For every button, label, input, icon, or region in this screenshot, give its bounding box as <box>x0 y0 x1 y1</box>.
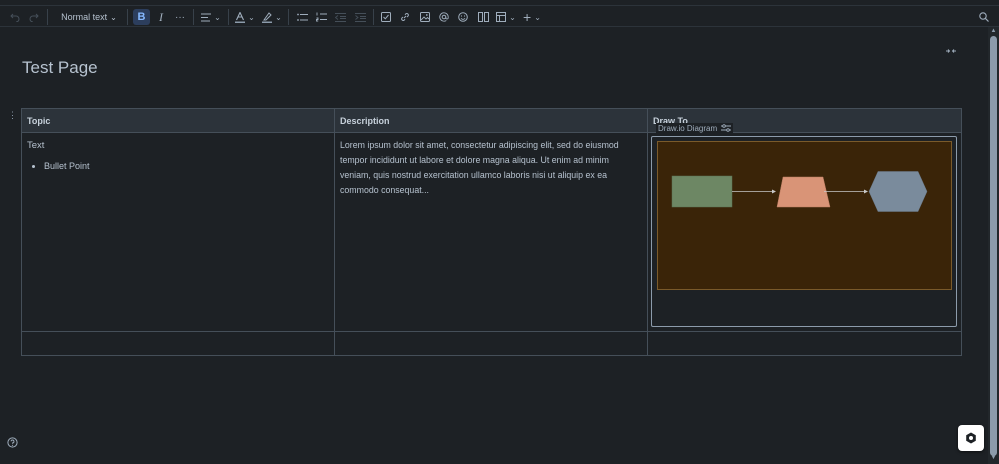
numbered-list-icon[interactable] <box>315 9 327 25</box>
task-icon[interactable] <box>380 9 392 25</box>
diagram-svg <box>671 171 928 212</box>
table-icon[interactable]: ⌄ <box>495 9 517 25</box>
table-header-row: Topic Description Draw To <box>21 108 962 133</box>
chevron-down-icon: ⌄ <box>534 12 541 22</box>
diagram-rectangle[interactable] <box>671 175 733 208</box>
arrowhead-icon <box>864 189 868 194</box>
header-topic[interactable]: Topic <box>21 108 335 133</box>
arrowhead-icon <box>772 189 776 194</box>
settings-sliders-icon[interactable] <box>721 124 732 132</box>
help-icon[interactable] <box>7 435 18 448</box>
image-icon[interactable] <box>419 9 431 25</box>
toolbar-divider <box>47 9 48 25</box>
bullet-list: Bullet Point <box>27 159 329 174</box>
description-text: Lorem ipsum dolor sit amet, consectetur … <box>340 140 619 195</box>
assistant-button[interactable] <box>958 425 984 451</box>
scroll-up-arrow[interactable]: ▲ <box>990 28 997 34</box>
header-description[interactable]: Description <box>334 108 648 133</box>
macro-label-text: Draw.io Diagram <box>658 123 718 133</box>
scrollbar-thumb[interactable] <box>990 36 997 456</box>
assistant-icon <box>966 432 976 444</box>
chevron-down-icon: ⌄ <box>248 12 255 22</box>
editor-toolbar: Normal text ⌄ B I ··· ⌄ ⌄ ⌄ ⌄ + ⌄ <box>0 6 999 27</box>
diagram-trapezoid[interactable] <box>776 176 831 208</box>
table-row <box>21 331 962 356</box>
bold-icon[interactable]: B <box>133 9 150 25</box>
more-formatting-icon[interactable]: ··· <box>173 9 187 25</box>
drag-handle-icon[interactable]: ⋮⋮ <box>8 110 26 120</box>
toolbar-divider <box>127 9 128 25</box>
toolbar-divider <box>228 9 229 25</box>
italic-icon[interactable]: I <box>155 9 167 25</box>
emoji-icon[interactable] <box>457 9 469 25</box>
highlight-icon[interactable]: ⌄ <box>262 9 282 25</box>
collapse-width-icon[interactable] <box>944 45 958 57</box>
topic-text: Text <box>27 140 45 151</box>
diagram-hexagon[interactable] <box>868 171 928 212</box>
redo-icon[interactable] <box>28 9 40 25</box>
layout-icon[interactable] <box>477 9 489 25</box>
chevron-down-icon: ⌄ <box>509 12 516 22</box>
empty-cell[interactable] <box>647 331 962 356</box>
chevron-down-icon: ⌄ <box>214 12 221 22</box>
drawio-macro-label[interactable]: Draw.io Diagram <box>656 123 734 133</box>
undo-icon[interactable] <box>9 9 21 25</box>
align-icon[interactable]: ⌄ <box>200 9 222 25</box>
list-item: Bullet Point <box>44 159 329 174</box>
text-style-dropdown[interactable]: Normal text ⌄ <box>56 9 122 25</box>
diagram-canvas[interactable] <box>657 141 952 290</box>
page-title[interactable]: Test Page <box>22 58 98 78</box>
toolbar-divider <box>373 9 374 25</box>
insert-icon[interactable]: + ⌄ <box>522 9 542 25</box>
text-color-icon[interactable]: ⌄ <box>235 9 255 25</box>
topic-cell[interactable]: Text Bullet Point <box>21 132 335 332</box>
chevron-down-icon: ⌄ <box>110 12 117 22</box>
toolbar-divider <box>288 9 289 25</box>
description-cell[interactable]: Lorem ipsum dolor sit amet, consectetur … <box>334 132 648 332</box>
scroll-down-arrow[interactable]: ▼ <box>990 455 997 461</box>
empty-cell[interactable] <box>334 331 648 356</box>
outdent-icon[interactable] <box>334 9 346 25</box>
toolbar-divider <box>193 9 194 25</box>
mention-icon[interactable] <box>438 9 450 25</box>
empty-cell[interactable] <box>21 331 335 356</box>
search-icon[interactable] <box>978 9 990 25</box>
link-icon[interactable] <box>399 9 411 25</box>
text-style-label: Normal text <box>61 12 108 22</box>
bullet-list-icon[interactable] <box>296 9 308 25</box>
chevron-down-icon: ⌄ <box>275 12 282 22</box>
indent-icon[interactable] <box>354 9 366 25</box>
